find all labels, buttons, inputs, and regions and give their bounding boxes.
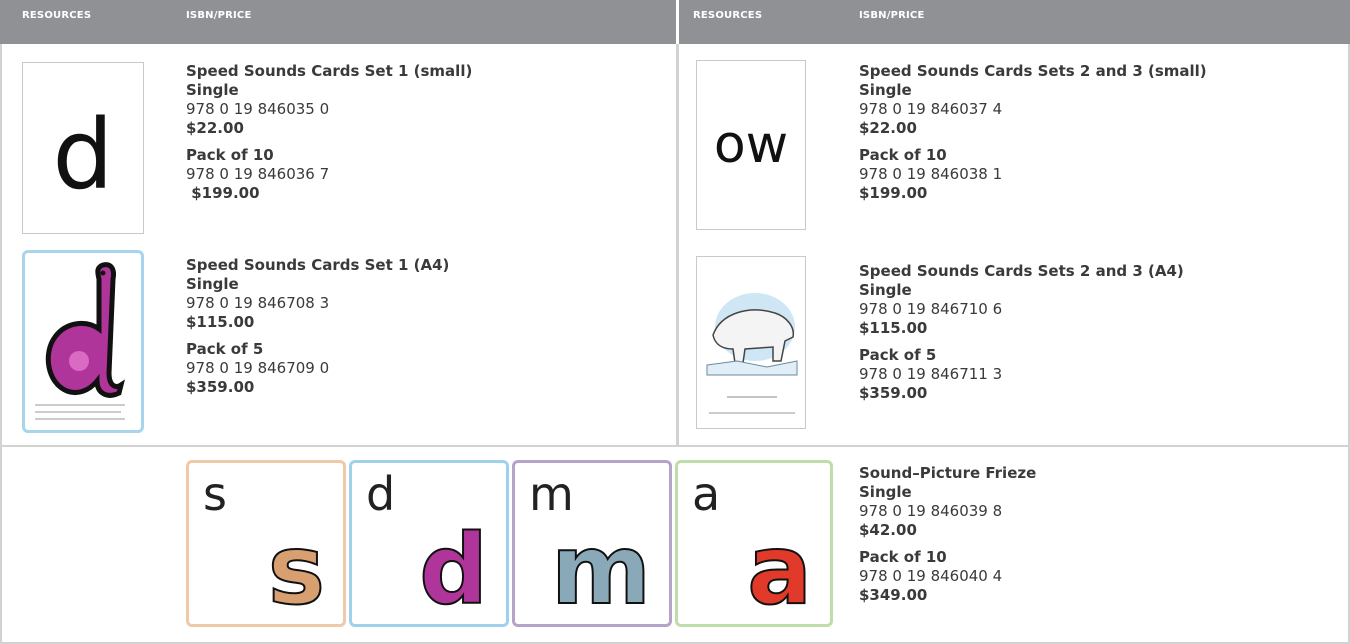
price: $42.00 [859, 521, 917, 539]
frieze-letter-small: s [203, 467, 227, 521]
letter-card-glyph: d [52, 99, 114, 211]
product-info-set1-a4: Speed Sounds Cards Set 1 (A4) Single 978… [186, 256, 449, 397]
product-title: Speed Sounds Cards Set 1 (A4) [186, 256, 450, 274]
frieze-card-m: m m [512, 460, 672, 627]
size-label: Single [186, 275, 239, 293]
size-label: Single [186, 81, 239, 99]
isbn: 978 0 19 846708 3 [186, 294, 330, 312]
size-label: Pack of 10 [859, 548, 947, 566]
size-label: Single [859, 81, 912, 99]
frieze-letter-big: d [418, 514, 489, 626]
frieze-letter-small: a [692, 467, 721, 521]
isbn: 978 0 19 846035 0 [186, 100, 330, 118]
isbn: 978 0 19 846038 1 [859, 165, 1003, 183]
product-thumbnail-set1-small: d [22, 62, 144, 234]
isbn: 978 0 19 846709 0 [186, 359, 330, 377]
isbn: 978 0 19 846710 6 [859, 300, 1003, 318]
size-label: Pack of 10 [859, 146, 947, 164]
product-title: Speed Sounds Cards Set 1 (small) [186, 62, 473, 80]
product-title: Speed Sounds Cards Sets 2 and 3 (A4) [859, 262, 1184, 280]
product-info-sets23-small: Speed Sounds Cards Sets 2 and 3 (small) … [859, 62, 1207, 203]
frieze-image: s s d d m m a a [186, 460, 833, 627]
column-header-isbn-price: ISBN/PRICE [186, 10, 252, 21]
price: $199.00 [859, 184, 928, 202]
size-label: Pack of 5 [859, 346, 937, 364]
product-title: Sound–Picture Frieze [859, 464, 1037, 482]
product-title: Speed Sounds Cards Sets 2 and 3 (small) [859, 62, 1207, 80]
isbn: 978 0 19 846711 3 [859, 365, 1003, 383]
product-info-set1-small: Speed Sounds Cards Set 1 (small) Single … [186, 62, 472, 203]
isbn: 978 0 19 846036 7 [186, 165, 330, 183]
frieze-letter-big: s [267, 514, 326, 626]
frieze-letter-small: d [366, 467, 396, 521]
size-label: Single [859, 483, 912, 501]
isbn: 978 0 19 846037 4 [859, 100, 1003, 118]
price: $115.00 [186, 313, 255, 331]
price: $359.00 [859, 384, 928, 402]
size-label: Single [859, 281, 912, 299]
letter-card-glyph: ow [713, 115, 789, 175]
polar-bear-illustration [706, 293, 798, 414]
price: $22.00 [859, 119, 917, 137]
column-divider [676, 44, 679, 445]
size-label: Pack of 5 [186, 340, 264, 358]
price: $199.00 [186, 184, 260, 202]
product-info-frieze: Sound–Picture Frieze Single 978 0 19 846… [859, 464, 1036, 605]
table-header-right: RESOURCES ISBN/PRICE [679, 0, 1350, 44]
frieze-card-d: d d [349, 460, 509, 627]
product-thumbnail-sets23-small: ow [696, 60, 806, 230]
frieze-letter-big: m [550, 514, 652, 626]
price: $359.00 [186, 378, 255, 396]
frieze-letter-big: a [746, 514, 813, 626]
product-thumbnail-sets23-a4 [696, 256, 806, 429]
column-header-resources: RESOURCES [693, 10, 763, 21]
frieze-card-a: a a [675, 460, 833, 627]
frieze-card-s: s s [186, 460, 346, 627]
column-header-resources: RESOURCES [22, 10, 92, 21]
isbn: 978 0 19 846040 4 [859, 567, 1003, 585]
row-divider [0, 445, 1350, 447]
price: $349.00 [859, 586, 928, 604]
price: $22.00 [186, 119, 244, 137]
frieze-letter-small: m [529, 467, 574, 521]
price: $115.00 [859, 319, 928, 337]
dinosaur-letter-illustration [35, 262, 125, 420]
column-header-isbn-price: ISBN/PRICE [859, 10, 925, 21]
table-header-left: RESOURCES ISBN/PRICE [0, 0, 676, 44]
size-label: Pack of 10 [186, 146, 274, 164]
product-info-sets23-a4: Speed Sounds Cards Sets 2 and 3 (A4) Sin… [859, 262, 1184, 403]
product-thumbnail-set1-a4 [22, 250, 144, 433]
isbn: 978 0 19 846039 8 [859, 502, 1003, 520]
